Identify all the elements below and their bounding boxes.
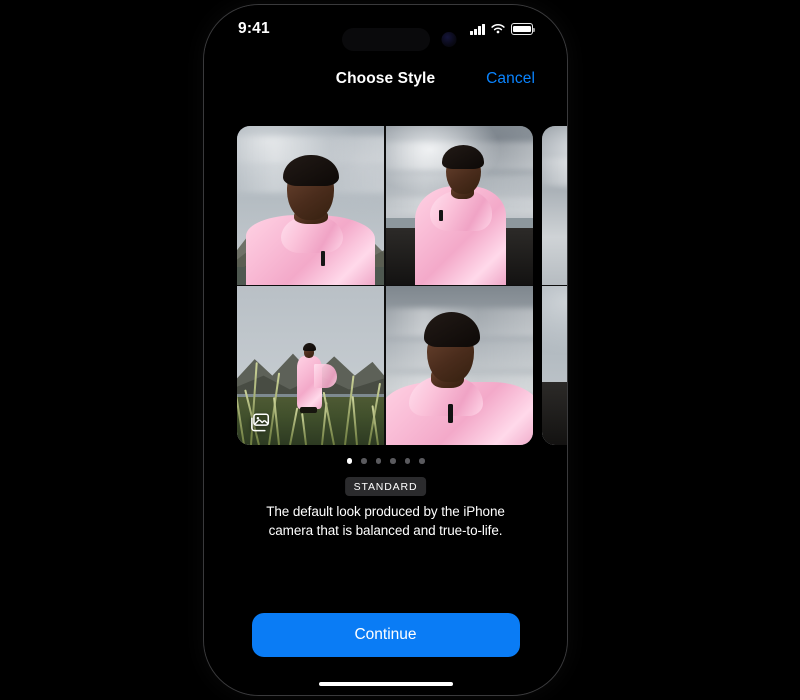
page-dot-3[interactable] [375, 458, 381, 464]
dynamic-island [341, 28, 430, 51]
photo-next-3 [542, 286, 567, 445]
style-carousel[interactable] [204, 126, 567, 447]
wifi-icon [491, 24, 505, 34]
photo-closeup-portrait [385, 286, 533, 445]
navigation-bar: Choose Style Cancel [204, 63, 567, 95]
page-dot-4[interactable] [390, 458, 396, 464]
photo-grass-fullbody [237, 286, 385, 445]
style-card-next-peek[interactable] [542, 126, 567, 445]
status-bar-indicators [470, 23, 535, 35]
cancel-button[interactable]: Cancel [486, 70, 535, 88]
photo-stack-icon [248, 411, 271, 434]
iphone-device-frame: 9:41 Choose Style Cancel STANDARD The de… [203, 4, 568, 696]
photo-grid [237, 126, 533, 445]
carousel-page-dots[interactable] [204, 458, 567, 464]
status-bar-time: 9:41 [238, 20, 270, 37]
page-title: Choose Style [335, 70, 436, 87]
home-indicator[interactable] [318, 681, 453, 686]
battery-full-icon [511, 23, 535, 35]
style-badge: STANDARD [344, 477, 427, 496]
photo-next-1 [542, 126, 567, 285]
cellular-bars-icon [470, 23, 485, 35]
page-dot-2[interactable] [361, 458, 367, 464]
photo-black-sand-beach [385, 126, 533, 285]
page-dot-5[interactable] [404, 458, 410, 464]
page-dot-6[interactable] [419, 458, 425, 464]
carousel-track[interactable] [237, 126, 567, 445]
page-dot-1[interactable] [346, 458, 352, 464]
style-description: The default look produced by the iPhone … [266, 504, 505, 538]
photo-grid-next [542, 126, 567, 445]
continue-button[interactable]: Continue [251, 613, 520, 657]
photo-mountain-selfie [237, 126, 385, 285]
front-camera-lens [441, 32, 456, 47]
phone-screen: 9:41 Choose Style Cancel STANDARD The de… [204, 5, 567, 695]
style-card-standard[interactable] [237, 126, 533, 445]
